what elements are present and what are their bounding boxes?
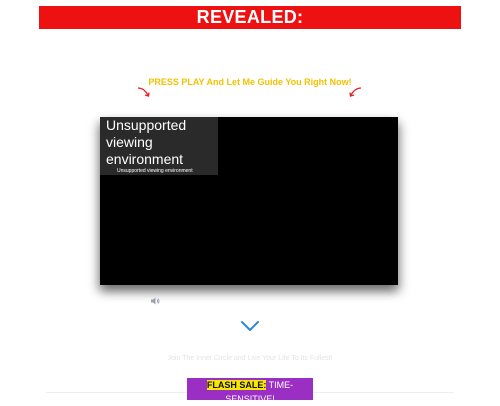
video-player[interactable]: Unsupported viewing environment Unsuppor…	[100, 117, 398, 285]
press-play-cta: PRESS PLAY And Let Me Guide You Right No…	[148, 77, 352, 87]
speaker-icon[interactable]	[150, 296, 160, 306]
flash-sale-label: FLASH SALE:	[206, 380, 267, 390]
unsupported-subtitle: Unsupported viewing environment	[117, 168, 193, 174]
flash-sale-bar: FLASH SALE: TIME-SENSITIVE!	[187, 378, 313, 404]
headline-banner: REVEALED:	[39, 6, 461, 29]
unsupported-message: Unsupported viewing environment Unsuppor…	[100, 117, 218, 175]
chevron-down-icon	[241, 321, 259, 331]
curved-arrow-right-icon	[349, 87, 362, 97]
video-screen[interactable]: Unsupported viewing environment Unsuppor…	[100, 117, 398, 285]
unsupported-title: Unsupported viewing environment	[106, 117, 187, 167]
cta-row: PRESS PLAY And Let Me Guide You Right No…	[0, 76, 500, 97]
section-subline: Join The Inner Circle and Live Your Life…	[167, 355, 333, 362]
curved-arrow-left-icon	[137, 87, 150, 97]
section-heading	[150, 332, 350, 348]
